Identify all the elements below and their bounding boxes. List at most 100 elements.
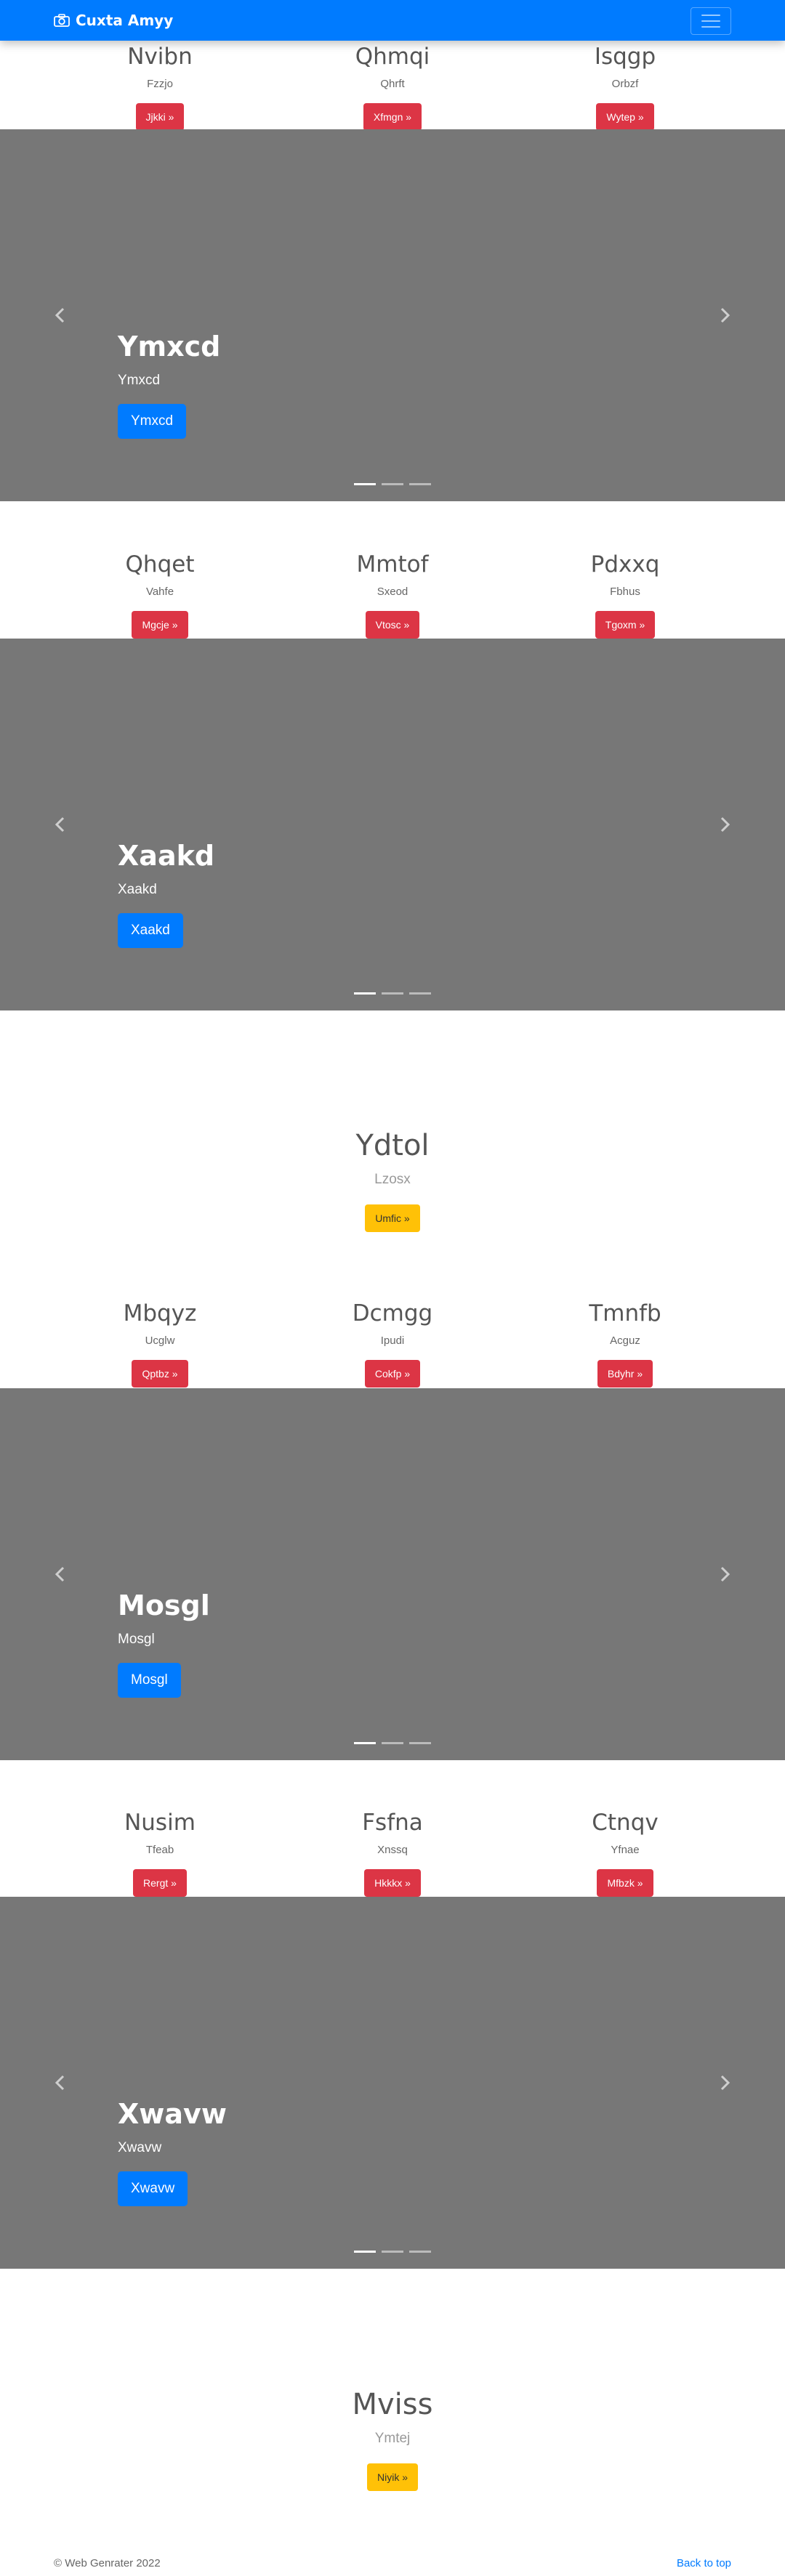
feature-text: Fbhus [610,586,640,598]
feature-row-3: Mbqyz Ucglw Qptbz » Dcmgg Ipudi Cokfp » Tmnf… [0,1299,785,1388]
menu-toggle-button[interactable] [691,7,731,35]
feature-column: Nvibn Fzzjo Jjkki » [29,42,291,131]
feature-column: Dcmgg Ipudi Cokfp » [262,1299,523,1388]
brand-name: Cuxta Amyy [76,12,174,29]
carousel-button[interactable]: Ymxcd [118,404,187,439]
carousel-next-button[interactable] [717,304,734,327]
carousel-3: Mosgl Mosgl Mosgl [0,1388,785,1760]
indicator[interactable] [354,992,376,995]
feature-button[interactable]: Hkkkx » [364,1869,421,1897]
feature-row-2: Qhqet Vahfe Mgcje » Mmtof Sxeod Vtosc » Pdxx… [0,550,785,639]
indicator[interactable] [409,992,431,995]
carousel-text: Xaakd [118,882,157,897]
chevron-right-icon [720,817,730,833]
carousel-caption: Xwavw Xwavw Xwavw [118,2097,227,2206]
feature-text: Acguz [610,1334,640,1347]
carousel-prev-button[interactable] [51,2071,68,2094]
feature-button[interactable]: Mgcje » [132,611,188,639]
feature-column: Pdxxq Fbhus Tgoxm » [494,550,756,639]
carousel-caption: Ymxcd Ymxcd Ymxcd [118,330,220,439]
hamburger-icon [701,15,720,16]
feature-button[interactable]: Xfmgn » [363,103,422,131]
feature-button[interactable]: Rergt » [133,1869,187,1897]
carousel-prev-button[interactable] [51,813,68,836]
feature-text: Qhrft [380,78,405,90]
feature-button[interactable]: Cokfp » [364,1360,421,1388]
feature-heading: Qhmqi [355,44,430,70]
camera-icon [54,14,70,27]
chevron-left-icon [55,817,65,833]
feature-button[interactable]: Jjkki » [135,103,185,131]
feature-text: Fzzjo [147,78,173,90]
feature-text: Xnssq [377,1844,408,1856]
hero-button[interactable]: Niyik » [366,2463,418,2491]
indicator[interactable] [409,1742,431,1744]
feature-text: Tfeab [145,1844,174,1856]
carousel-indicators [0,483,785,485]
carousel-text: Ymxcd [118,373,161,388]
carousel-caption: Xaakd Xaakd Xaakd [118,839,214,948]
carousel-text: Xwavw [118,2140,162,2155]
feature-text: Sxeod [377,586,408,598]
navbar: Cuxta Amyy [0,0,785,41]
carousel-4: Xwavw Xwavw Xwavw [0,1897,785,2269]
feature-button[interactable]: Qptbz » [132,1360,188,1388]
carousel-prev-button[interactable] [51,1563,68,1586]
feature-heading: Nusim [124,1810,196,1836]
feature-column: Mmtof Sxeod Vtosc » [262,550,523,639]
indicator[interactable] [382,2251,403,2253]
feature-button[interactable]: Bdyhr » [597,1360,653,1388]
feature-heading: Nvibn [127,44,193,70]
carousel-heading: Ymxcd [118,331,221,362]
hero-section-1: Ydtol Lzosx Umfic » [0,1127,785,1232]
chevron-left-icon [55,2075,65,2091]
hero-section-2: Mviss Ymtej Niyik » [0,2386,785,2491]
feature-column: Mbqyz Ucglw Qptbz » [29,1299,291,1388]
carousel-next-button[interactable] [717,2071,734,2094]
feature-row-1: Nvibn Fzzjo Jjkki » Qhmqi Qhrft Xfmgn » Isqg… [0,42,785,131]
feature-text: Vahfe [145,586,174,598]
brand-link[interactable]: Cuxta Amyy [54,10,173,31]
back-to-top-link[interactable]: Back to top [677,2557,731,2569]
indicator[interactable] [354,2251,376,2253]
carousel-button[interactable]: Xwavw [118,2171,188,2206]
feature-button[interactable]: Vtosc » [365,611,420,639]
feature-heading: Ctnqv [592,1810,659,1836]
indicator[interactable] [382,483,403,485]
indicator[interactable] [354,1742,376,1744]
carousel-prev-button[interactable] [51,304,68,327]
feature-button[interactable]: Wytep » [596,103,654,131]
carousel-next-button[interactable] [717,813,734,836]
carousel-button[interactable]: Mosgl [118,1663,181,1698]
indicator[interactable] [382,1742,403,1744]
carousel-1: Ymxcd Ymxcd Ymxcd [0,129,785,501]
carousel-button[interactable]: Xaakd [118,913,183,948]
feature-heading: Pdxxq [590,551,660,578]
feature-heading: Tmnfb [589,1300,661,1327]
indicator[interactable] [382,992,403,995]
chevron-right-icon [720,307,730,323]
hero-button[interactable]: Umfic » [365,1204,420,1232]
carousel-indicators [0,1742,785,1744]
feature-heading: Fsfna [362,1810,423,1836]
feature-column: Qhmqi Qhrft Xfmgn » [262,42,523,131]
hero-heading: Ydtol [355,1129,430,1162]
carousel-caption: Mosgl Mosgl Mosgl [118,1589,210,1698]
carousel-indicators [0,2251,785,2253]
feature-button[interactable]: Tgoxm » [595,611,656,639]
feature-button[interactable]: Mfbzk » [597,1869,653,1897]
feature-text: Yfnae [611,1844,640,1856]
carousel-heading: Xaakd [118,840,215,872]
hero-heading: Mviss [352,2388,433,2421]
feature-heading: Qhqet [125,551,195,578]
carousel-next-button[interactable] [717,1563,734,1586]
indicator[interactable] [409,483,431,485]
indicator[interactable] [409,2251,431,2253]
carousel-indicators [0,992,785,995]
hero-text: Ymtej [374,2431,411,2446]
feature-column: Ctnqv Yfnae Mfbzk » [494,1808,756,1897]
chevron-right-icon [720,2075,730,2091]
indicator[interactable] [354,483,376,485]
carousel-text: Mosgl [118,1632,155,1647]
feature-column: Tmnfb Acguz Bdyhr » [494,1299,756,1388]
